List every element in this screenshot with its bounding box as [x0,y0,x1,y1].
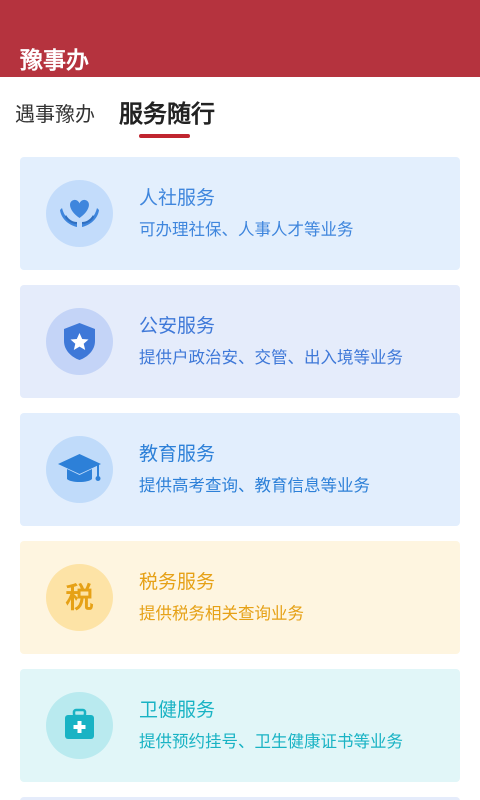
tax-icon: 税 [46,564,113,631]
service-title: 教育服务 [139,443,216,465]
service-card-hr-social[interactable]: 人社服务 可办理社保、人事人才等业务 [20,157,460,270]
service-title: 税务服务 [139,571,216,593]
service-description: 可办理社保、人事人才等业务 [139,220,354,239]
service-title: 卫健服务 [139,699,216,721]
active-tab-indicator [139,134,190,138]
service-description: 提供户政治安、交管、出入境等业务 [139,348,403,367]
service-description: 提供预约挂号、卫生健康证书等业务 [139,732,403,751]
service-title: 公安服务 [139,315,216,337]
service-title: 人社服务 [139,187,216,209]
app-title: 豫事办 [20,48,89,74]
tab-fuwusuixing[interactable]: 服务随行 [119,99,215,129]
app-header: 豫事办 [0,0,480,77]
hands-heart-icon [46,180,113,247]
police-badge-icon [46,308,113,375]
service-card-health[interactable]: 卫健服务 提供预约挂号、卫生健康证书等业务 [20,669,460,782]
svg-text:税: 税 [65,581,93,614]
service-description: 提供税务相关查询业务 [139,604,304,623]
tab-bar: 遇事豫办 服务随行 [0,77,480,147]
tab-yushiyuban[interactable]: 遇事豫办 [15,99,95,129]
graduation-cap-icon [46,436,113,503]
medical-kit-icon [46,692,113,759]
service-card-public-security[interactable]: 公安服务 提供户政治安、交管、出入境等业务 [20,285,460,398]
service-card-tax[interactable]: 税 税务服务 提供税务相关查询业务 [20,541,460,654]
service-card-education[interactable]: 教育服务 提供高考查询、教育信息等业务 [20,413,460,526]
service-description: 提供高考查询、教育信息等业务 [139,476,370,495]
